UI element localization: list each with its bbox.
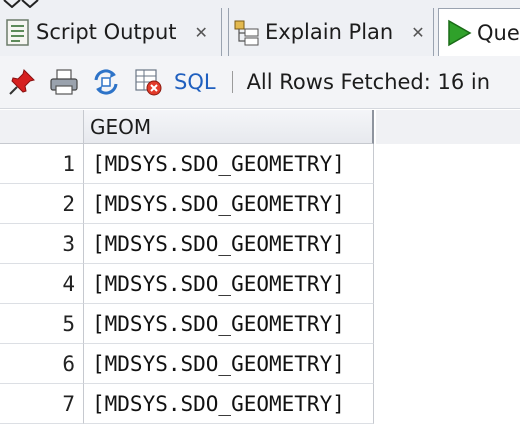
refresh-icon <box>94 69 118 95</box>
column-header-geom[interactable]: GEOM <box>84 110 374 144</box>
geom-cell[interactable]: [MDSYS.SDO_GEOMETRY] <box>84 304 374 344</box>
tab-query-result[interactable]: Que <box>438 8 520 56</box>
grid-header: GEOM <box>0 110 520 144</box>
table-row[interactable]: 1 [MDSYS.SDO_GEOMETRY] <box>0 144 520 184</box>
overflow-chevron-icon[interactable] <box>0 0 40 8</box>
table-row[interactable]: 5 [MDSYS.SDO_GEOMETRY] <box>0 304 520 344</box>
refresh-button[interactable] <box>86 62 126 102</box>
table-row[interactable]: 6 [MDSYS.SDO_GEOMETRY] <box>0 344 520 384</box>
fetch-status-text: All Rows Fetched: 16 in <box>246 70 491 94</box>
geom-cell[interactable]: [MDSYS.SDO_GEOMETRY] <box>84 264 374 304</box>
tab-explain-plan[interactable]: Explain Plan ✕ <box>228 8 434 56</box>
print-button[interactable] <box>44 62 84 102</box>
results-toolbar: SQL All Rows Fetched: 16 in <box>0 56 520 109</box>
run-query-icon <box>445 18 473 48</box>
sql-link[interactable]: SQL <box>174 70 216 94</box>
row-number: 3 <box>0 224 84 264</box>
close-icon[interactable]: ✕ <box>411 23 424 42</box>
close-icon[interactable]: ✕ <box>195 23 208 42</box>
geom-cell[interactable]: [MDSYS.SDO_GEOMETRY] <box>84 344 374 384</box>
row-number: 6 <box>0 344 84 384</box>
geom-cell[interactable]: [MDSYS.SDO_GEOMETRY] <box>84 224 374 264</box>
table-row[interactable]: 7 [MDSYS.SDO_GEOMETRY] <box>0 384 520 424</box>
row-number: 5 <box>0 304 84 344</box>
row-number: 7 <box>0 384 84 424</box>
results-grid: GEOM 1 [MDSYS.SDO_GEOMETRY] 2 [MDSYS.SDO… <box>0 110 520 428</box>
row-number: 1 <box>0 144 84 184</box>
script-output-icon <box>4 17 32 47</box>
results-tab-strip: Script Output ✕ Explain Plan ✕ Que <box>0 0 520 56</box>
geom-cell[interactable]: [MDSYS.SDO_GEOMETRY] <box>84 184 374 224</box>
table-row[interactable]: 3 [MDSYS.SDO_GEOMETRY] <box>0 224 520 264</box>
geom-cell[interactable]: [MDSYS.SDO_GEOMETRY] <box>84 144 374 184</box>
tab-explain-plan-label: Explain Plan <box>265 20 394 44</box>
table-row[interactable]: 2 [MDSYS.SDO_GEOMETRY] <box>0 184 520 224</box>
tab-query-label: Que <box>477 20 520 45</box>
row-number-header[interactable] <box>0 110 84 144</box>
explain-plan-icon <box>233 17 261 47</box>
tab-script-output-label: Script Output <box>36 20 177 44</box>
toolbar-separator <box>231 71 233 93</box>
geom-cell[interactable]: [MDSYS.SDO_GEOMETRY] <box>84 384 374 424</box>
tab-script-output[interactable]: Script Output ✕ <box>0 8 222 56</box>
clear-button[interactable] <box>128 62 168 102</box>
pin-button[interactable] <box>2 62 42 102</box>
header-filler <box>376 110 520 144</box>
row-number: 2 <box>0 184 84 224</box>
pin-icon <box>9 69 35 95</box>
print-icon <box>50 69 78 95</box>
row-number: 4 <box>0 264 84 304</box>
clear-icon <box>135 69 162 96</box>
table-row[interactable]: 4 [MDSYS.SDO_GEOMETRY] <box>0 264 520 304</box>
